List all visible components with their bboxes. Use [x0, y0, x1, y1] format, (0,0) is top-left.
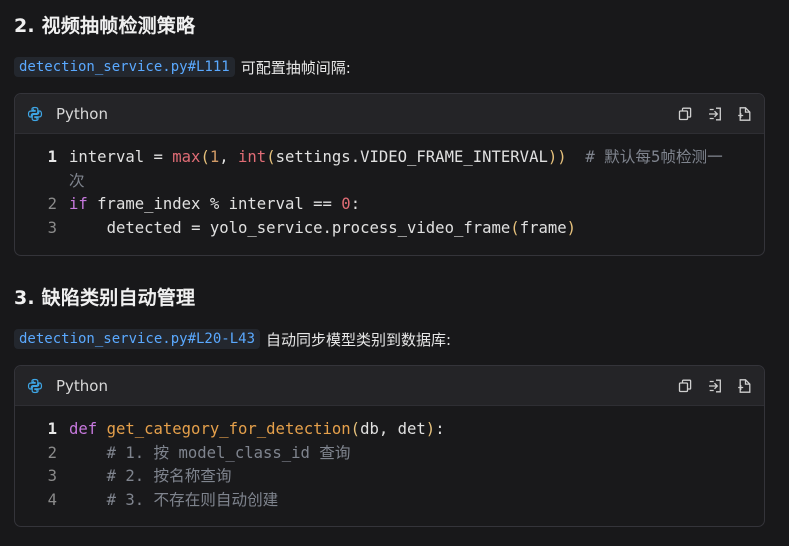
new-file-icon[interactable] — [736, 105, 754, 123]
code-text: detected = yolo_service.process_video_fr… — [106, 218, 577, 237]
code-text: def get_category_for_detection(db, det): — [69, 420, 445, 438]
line-number: 2 — [47, 195, 57, 213]
code-text: interval = max(1, int(settings.VIDEO_FRA… — [69, 148, 723, 190]
file-link[interactable]: detection_service.py#L20-L43 — [14, 329, 261, 349]
line-number: 2 — [47, 443, 57, 462]
python-icon — [27, 378, 43, 394]
code-body[interactable]: 1 def get_category_for_detection(db, det… — [15, 406, 764, 524]
code-line: 3 # 2. 按名称查询 — [15, 465, 764, 489]
code-language-label: Python — [56, 376, 108, 395]
insert-icon[interactable] — [706, 105, 724, 123]
code-body[interactable]: 1 interval = max(1, int(settings.VIDEO_F… — [15, 134, 764, 252]
section-heading: 2. 视频抽帧检测策略 — [14, 15, 196, 37]
line-number: 1 — [47, 420, 57, 438]
line-number: 3 — [47, 467, 57, 485]
paragraph: detection_service.py#L111 可配置抽帧间隔: — [14, 55, 351, 79]
code-text: if frame_index % interval == 0: — [69, 195, 361, 213]
section-heading: 3. 缺陷类别自动管理 — [14, 287, 196, 309]
line-number: 3 — [47, 218, 57, 237]
code-line: 4 # 3. 不存在则自动创建 — [15, 489, 764, 513]
paragraph: detection_service.py#L20-L43 自动同步模型类别到数据… — [14, 327, 451, 351]
code-text: # 2. 按名称查询 — [106, 467, 232, 485]
code-line: 2 # 1. 按 model_class_id 查询 — [15, 442, 764, 466]
code-language-label: Python — [56, 104, 108, 123]
code-block: Python 1 interval = max(1, int(settings.… — [14, 93, 765, 256]
code-actions — [676, 377, 754, 395]
code-text: # 1. 按 model_class_id 查询 — [106, 443, 351, 462]
code-text: # 3. 不存在则自动创建 — [106, 490, 279, 509]
code-line: 3 detected = yolo_service.process_video_… — [15, 217, 764, 241]
file-link[interactable]: detection_service.py#L111 — [14, 57, 235, 77]
code-line: 2 if frame_index % interval == 0: — [15, 193, 764, 217]
code-block: Python 1 def get_category_for_detection(… — [14, 365, 765, 527]
code-line: 1 interval = max(1, int(settings.VIDEO_F… — [15, 146, 764, 193]
python-icon — [27, 106, 43, 122]
line-number: 1 — [47, 148, 57, 166]
code-actions — [676, 105, 754, 123]
new-file-icon[interactable] — [736, 377, 754, 395]
line-number: 4 — [47, 490, 57, 509]
copy-icon[interactable] — [676, 377, 694, 395]
code-block-header: Python — [15, 366, 764, 406]
copy-icon[interactable] — [676, 105, 694, 123]
code-block-header: Python — [15, 94, 764, 134]
paragraph-text: 自动同步模型类别到数据库: — [266, 330, 452, 349]
code-line: 1 def get_category_for_detection(db, det… — [15, 418, 764, 442]
paragraph-text: 可配置抽帧间隔: — [240, 58, 351, 77]
insert-icon[interactable] — [706, 377, 724, 395]
